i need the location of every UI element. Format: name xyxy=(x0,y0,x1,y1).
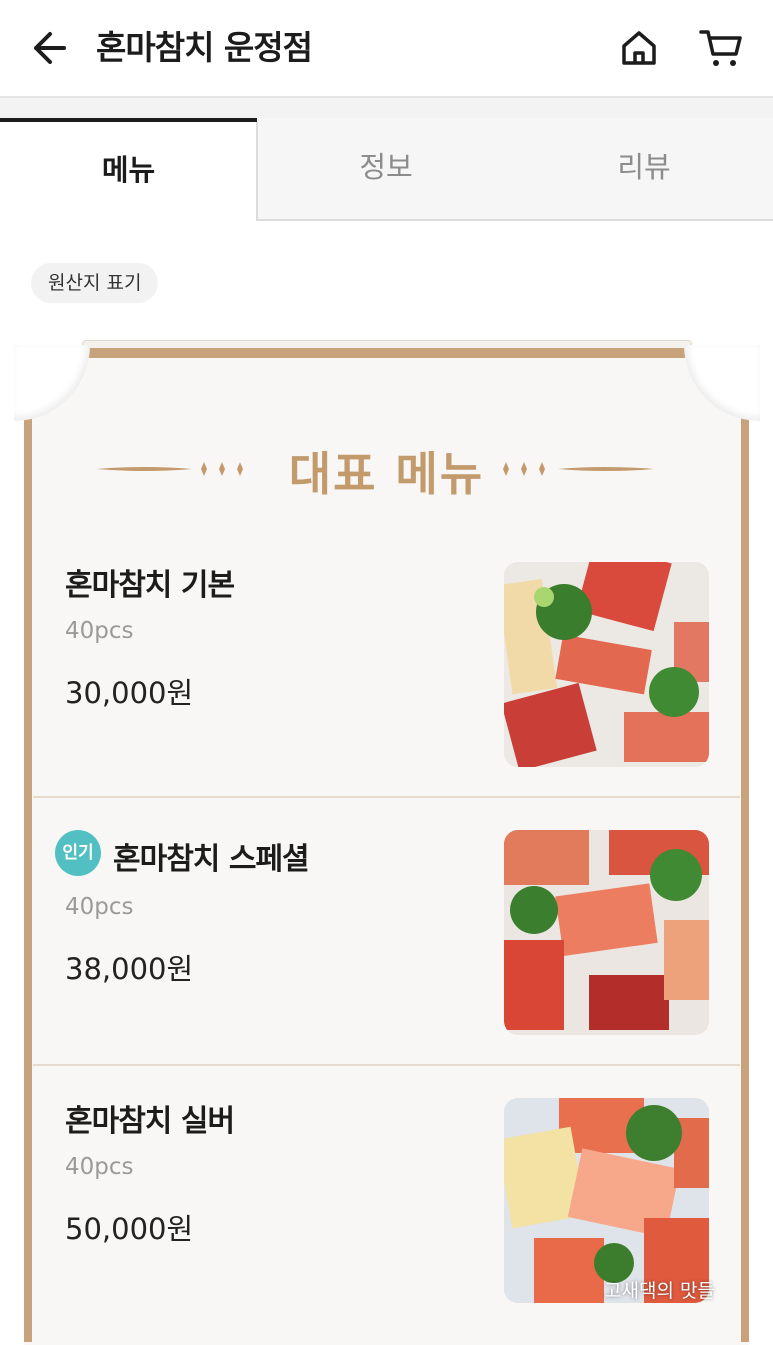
tab-divider xyxy=(256,122,258,221)
menu-item-desc: 40pcs xyxy=(65,894,134,920)
frame-left-border xyxy=(24,412,32,1342)
menu-item-name: 혼마참치 스페셜 xyxy=(113,842,310,877)
arrow-left-icon xyxy=(34,32,66,64)
menu-item-special[interactable]: 인기 혼마참치 스페셜 40pcs 38,000원 xyxy=(33,798,740,1064)
popular-badge: 인기 xyxy=(55,830,101,876)
frame-right-border xyxy=(741,412,749,1342)
cart-icon xyxy=(699,30,742,66)
origin-label-chip[interactable]: 원산지 표기 xyxy=(31,263,159,303)
watermark-text: 고새댁의 맛들 xyxy=(604,1280,715,1302)
store-title: 혼마참치 운정점 xyxy=(96,28,313,67)
menu-item-basic[interactable]: 혼마참치 기본 40pcs 30,000원 xyxy=(33,540,740,796)
tab-info[interactable]: 정보 xyxy=(257,118,515,218)
header-separator xyxy=(0,98,773,118)
ornament-right-icon xyxy=(503,462,654,476)
menu-item-price: 30,000원 xyxy=(65,676,194,710)
tab-reviews[interactable]: 리뷰 xyxy=(515,118,773,218)
top-bar: 혼마참치 운정점 xyxy=(0,0,773,98)
tab-bottom-border xyxy=(257,219,773,221)
tab-menu[interactable]: 메뉴 xyxy=(0,118,257,220)
cart-button[interactable] xyxy=(698,26,746,70)
frame-top-border xyxy=(86,348,686,358)
back-button[interactable] xyxy=(30,26,74,70)
menu-item-photo xyxy=(504,830,709,1035)
home-button[interactable] xyxy=(617,26,661,70)
menu-item-desc: 40pcs xyxy=(65,1154,134,1180)
menu-item-photo xyxy=(504,1098,709,1303)
tab-bar: 메뉴 정보 리뷰 xyxy=(0,118,773,220)
menu-item-name: 혼마참치 기본 xyxy=(65,568,235,603)
menu-item-price: 50,000원 xyxy=(65,1212,194,1246)
home-icon xyxy=(622,31,656,65)
menu-item-photo xyxy=(504,562,709,767)
menu-item-price: 38,000원 xyxy=(65,952,194,986)
menu-item-name: 혼마참치 실버 xyxy=(65,1104,235,1139)
menu-item-desc: 40pcs xyxy=(65,618,134,644)
